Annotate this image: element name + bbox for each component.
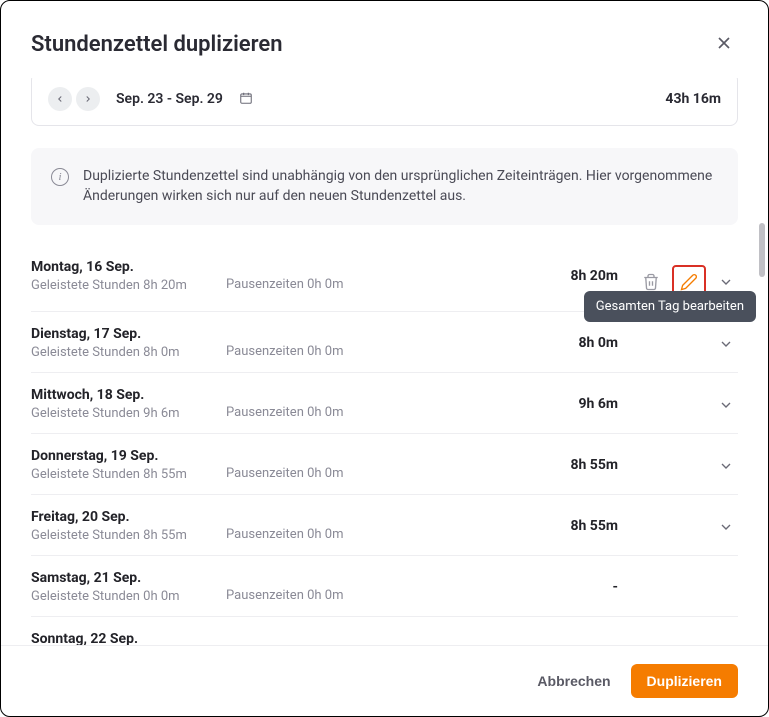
- next-week-button[interactable]: [76, 87, 100, 111]
- day-name: Sonntag, 22 Sep.: [31, 631, 226, 645]
- chevron-down-icon: [718, 458, 734, 474]
- day-info: Sonntag, 22 Sep.Geleistete Stunden 0h 0m: [31, 631, 226, 645]
- day-worked-hours: Geleistete Stunden 8h 0m: [31, 345, 226, 360]
- day-pause-time: Pausenzeiten 0h 0m: [226, 344, 344, 360]
- chevron-right-icon: [83, 94, 93, 104]
- day-left: Montag, 16 Sep. Geleistete Stunden 8h 20m…: [31, 259, 548, 293]
- day-info: Mittwoch, 18 Sep. Geleistete Stunden 9h 6…: [31, 387, 226, 421]
- close-icon: [714, 33, 734, 53]
- close-button[interactable]: [710, 29, 738, 60]
- week-range-label: Sep. 23 - Sep. 29: [116, 91, 223, 107]
- day-worked-hours: Geleistete Stunden 0h 0m: [31, 589, 226, 604]
- week-total-hours: 43h 16m: [665, 91, 721, 107]
- day-info: Freitag, 20 Sep. Geleistete Stunden 8h 55…: [31, 509, 226, 543]
- day-worked-hours: Geleistete Stunden 8h 20m: [31, 278, 226, 293]
- day-total-hours: 8h 55m: [548, 457, 618, 473]
- day-name: Dienstag, 17 Sep.: [31, 326, 226, 342]
- day-name: Mittwoch, 18 Sep.: [31, 387, 226, 403]
- day-total-hours: -: [548, 640, 618, 645]
- info-text: Duplizierte Stundenzettel sind unabhängi…: [83, 166, 718, 207]
- day-total-hours: 8h 20m: [548, 268, 618, 284]
- week-nav-buttons: [48, 87, 100, 111]
- day-info: Dienstag, 17 Sep. Geleistete Stunden 8h 0…: [31, 326, 226, 360]
- days-list: Gesamten Tag bearbeitenMontag, 16 Sep.Ge…: [31, 245, 738, 645]
- day-row: Mittwoch, 18 Sep. Geleistete Stunden 9h 6…: [31, 373, 738, 434]
- duplicate-timesheet-modal: Stundenzettel duplizieren Sep. 23 - Sep.…: [0, 0, 769, 717]
- expand-day-button[interactable]: [714, 393, 738, 417]
- week-selector-bar: Sep. 23 - Sep. 29 43h 16m: [31, 78, 738, 126]
- day-left: Donnerstag, 19 Sep. Geleistete Stunden 8h…: [31, 448, 548, 482]
- day-info: Donnerstag, 19 Sep. Geleistete Stunden 8h…: [31, 448, 226, 482]
- day-left: Dienstag, 17 Sep. Geleistete Stunden 8h 0…: [31, 326, 548, 360]
- day-pause-time: Pausenzeiten 0h 0m: [226, 527, 344, 543]
- day-actions: [618, 393, 738, 417]
- trash-icon: [642, 273, 660, 291]
- day-info: Montag, 16 Sep. Geleistete Stunden 8h 20m: [31, 259, 226, 293]
- scrollbar-thumb[interactable]: [759, 223, 765, 277]
- day-total-hours: -: [548, 579, 618, 595]
- day-pause-time: Pausenzeiten 0h 0m: [226, 277, 344, 293]
- day-actions: [618, 454, 738, 478]
- duplicate-button[interactable]: Duplizieren: [631, 664, 738, 698]
- day-row: Gesamten Tag bearbeitenMontag, 16 Sep.Ge…: [31, 245, 738, 312]
- info-icon: i: [51, 168, 69, 186]
- chevron-down-icon: [718, 274, 734, 290]
- day-pause-time: Pausenzeiten 0h 0m: [226, 466, 344, 482]
- chevron-down-icon: [718, 397, 734, 413]
- expand-day-button[interactable]: [714, 515, 738, 539]
- expand-day-button[interactable]: [714, 454, 738, 478]
- day-worked-hours: Geleistete Stunden 9h 6m: [31, 406, 226, 421]
- week-bar-left: Sep. 23 - Sep. 29: [48, 87, 253, 111]
- chevron-down-icon: [718, 336, 734, 352]
- day-left: Samstag, 21 Sep. Geleistete Stunden 0h 0m…: [31, 570, 548, 604]
- day-left: Sonntag, 22 Sep.Geleistete Stunden 0h 0m…: [31, 631, 548, 645]
- prev-week-button[interactable]: [48, 87, 72, 111]
- day-actions: [618, 332, 738, 356]
- modal-content: Sep. 23 - Sep. 29 43h 16m i Duplizierte …: [1, 78, 768, 645]
- day-pause-time: Pausenzeiten 0h 0m: [226, 588, 344, 604]
- day-left: Mittwoch, 18 Sep. Geleistete Stunden 9h 6…: [31, 387, 548, 421]
- day-pause-time: Pausenzeiten 0h 0m: [226, 405, 344, 421]
- expand-day-button[interactable]: [714, 332, 738, 356]
- day-name: Freitag, 20 Sep.: [31, 509, 226, 525]
- day-worked-hours: Geleistete Stunden 8h 55m: [31, 467, 226, 482]
- day-row: Freitag, 20 Sep. Geleistete Stunden 8h 55…: [31, 495, 738, 556]
- day-total-hours: 9h 6m: [548, 396, 618, 412]
- expand-day-button[interactable]: [714, 270, 738, 294]
- chevron-down-icon: [718, 519, 734, 535]
- day-actions: [618, 515, 738, 539]
- day-info: Samstag, 21 Sep. Geleistete Stunden 0h 0m: [31, 570, 226, 604]
- day-total-hours: 8h 0m: [548, 335, 618, 351]
- day-name: Samstag, 21 Sep.: [31, 570, 226, 586]
- day-row: Samstag, 21 Sep. Geleistete Stunden 0h 0m…: [31, 556, 738, 617]
- day-name: Donnerstag, 19 Sep.: [31, 448, 226, 464]
- pencil-icon: [680, 273, 698, 291]
- cancel-button[interactable]: Abbrechen: [533, 665, 614, 697]
- day-name: Montag, 16 Sep.: [31, 259, 226, 275]
- modal-footer: Abbrechen Duplizieren: [1, 645, 768, 716]
- day-total-hours: 8h 55m: [548, 518, 618, 534]
- day-worked-hours: Geleistete Stunden 8h 55m: [31, 528, 226, 543]
- tooltip-edit-day: Gesamten Tag bearbeiten: [584, 291, 756, 322]
- day-row: Sonntag, 22 Sep.Geleistete Stunden 0h 0m…: [31, 617, 738, 645]
- day-left: Freitag, 20 Sep. Geleistete Stunden 8h 55…: [31, 509, 548, 543]
- chevron-left-icon: [55, 94, 65, 104]
- info-message-box: i Duplizierte Stundenzettel sind unabhän…: [31, 148, 738, 225]
- calendar-icon[interactable]: [239, 90, 253, 109]
- modal-title: Stundenzettel duplizieren: [31, 32, 283, 57]
- day-row: Donnerstag, 19 Sep. Geleistete Stunden 8h…: [31, 434, 738, 495]
- modal-header: Stundenzettel duplizieren: [1, 29, 768, 78]
